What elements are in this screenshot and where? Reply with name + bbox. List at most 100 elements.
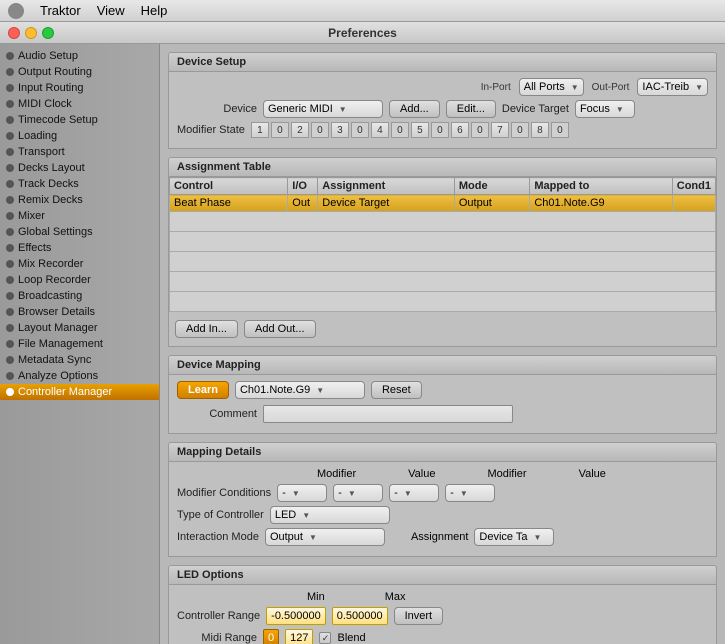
modifier-box-6-val[interactable]: 0 (471, 122, 489, 138)
invert-button[interactable]: Invert (394, 607, 444, 625)
maximize-button[interactable] (42, 27, 54, 39)
mod2-arrow-icon: ▼ (404, 489, 412, 498)
controller-max-input[interactable]: 0.500000 (332, 607, 388, 625)
modifier-box-5-val[interactable]: 0 (431, 122, 449, 138)
value2-col-header: Value (579, 468, 606, 480)
assignment-dropdown[interactable]: Device Ta ▼ (474, 528, 554, 546)
modifier-box-4-val[interactable]: 0 (391, 122, 409, 138)
sidebar-dot (6, 164, 14, 172)
menu-traktor[interactable]: Traktor (40, 3, 81, 18)
menubar: Traktor View Help (0, 0, 725, 22)
sidebar-label: Analyze Options (18, 370, 98, 382)
menu-view[interactable]: View (97, 3, 125, 18)
sidebar-item-input-routing[interactable]: Input Routing (0, 80, 159, 96)
sidebar-item-midi-clock[interactable]: MIDI Clock (0, 96, 159, 112)
sidebar-item-timecode-setup[interactable]: Timecode Setup (0, 112, 159, 128)
value2-dropdown[interactable]: - ▼ (445, 484, 495, 502)
modifier1-dropdown[interactable]: - ▼ (277, 484, 327, 502)
controller-min-input[interactable]: -0.500000 (266, 607, 326, 625)
sidebar-item-track-decks[interactable]: Track Decks (0, 176, 159, 192)
sidebar-item-decks-layout[interactable]: Decks Layout (0, 160, 159, 176)
sidebar-item-layout-manager[interactable]: Layout Manager (0, 320, 159, 336)
device-setup-body: In-Port All Ports ▼ Out-Port IAC-Treib ▼… (168, 72, 717, 149)
col-assignment: Assignment (318, 178, 455, 195)
sidebar-dot (6, 228, 14, 236)
comment-input[interactable] (263, 405, 513, 423)
value1-dropdown[interactable]: - ▼ (333, 484, 383, 502)
type-dropdown[interactable]: LED ▼ (270, 506, 390, 524)
mapping-headers-row: Modifier Value Modifier Value (317, 468, 708, 480)
sidebar-dot (6, 340, 14, 348)
modifier-box-3-val[interactable]: 0 (351, 122, 369, 138)
table-row-empty (170, 252, 716, 272)
sidebar-item-loop-recorder[interactable]: Loop Recorder (0, 272, 159, 288)
midi-max-input[interactable]: 127 (285, 629, 313, 644)
modifier1-value: - (282, 487, 286, 499)
device-dropdown[interactable]: Generic MIDI ▼ (263, 100, 383, 118)
in-port-dropdown[interactable]: All Ports ▼ (519, 78, 584, 96)
blend-checkbox[interactable] (319, 632, 331, 644)
sidebar-label: Audio Setup (18, 50, 78, 62)
cell-cond1 (672, 195, 715, 212)
modifier2-dropdown[interactable]: - ▼ (389, 484, 439, 502)
add-out-button[interactable]: Add Out... (244, 320, 316, 338)
sidebar-dot (6, 100, 14, 108)
sidebar-dot (6, 132, 14, 140)
sidebar-item-mix-recorder[interactable]: Mix Recorder (0, 256, 159, 272)
max-col-header: Max (385, 591, 406, 603)
sidebar-item-analyze-options[interactable]: Analyze Options (0, 368, 159, 384)
sidebar-item-mixer[interactable]: Mixer (0, 208, 159, 224)
add-button[interactable]: Add... (389, 100, 440, 118)
device-target-dropdown[interactable]: Focus ▼ (575, 100, 635, 118)
traffic-lights (8, 27, 54, 39)
out-port-dropdown[interactable]: IAC-Treib ▼ (637, 78, 708, 96)
modifier-box-2-num: 2 (291, 122, 309, 138)
minimize-button[interactable] (25, 27, 37, 39)
sidebar-item-controller-manager[interactable]: Controller Manager (0, 384, 159, 400)
sidebar-item-global-settings[interactable]: Global Settings (0, 224, 159, 240)
add-in-button[interactable]: Add In... (175, 320, 238, 338)
modifier-box-2-val[interactable]: 0 (311, 122, 329, 138)
device-mapping-header: Device Mapping (168, 355, 717, 375)
sidebar-label: Loop Recorder (18, 274, 91, 286)
value1-value: - (338, 487, 342, 499)
col-mode: Mode (454, 178, 529, 195)
close-button[interactable] (8, 27, 20, 39)
learn-button[interactable]: Learn (177, 381, 229, 399)
sidebar-dot (6, 244, 14, 252)
sidebar-label: Timecode Setup (18, 114, 98, 126)
sidebar-dot (6, 180, 14, 188)
table-row[interactable]: Beat Phase Out Device Target Output Ch01… (170, 195, 716, 212)
app-logo (8, 3, 24, 19)
table-row-empty (170, 232, 716, 252)
edit-button[interactable]: Edit... (446, 100, 496, 118)
interaction-dropdown[interactable]: Output ▼ (265, 528, 385, 546)
modifier-box-1-val[interactable]: 0 (271, 122, 289, 138)
assignment-arrow-icon: ▼ (534, 533, 542, 542)
sidebar-item-broadcasting[interactable]: Broadcasting (0, 288, 159, 304)
device-arrow-icon: ▼ (339, 105, 347, 114)
learn-row: Learn Ch01.Note.G9 ▼ Reset (177, 381, 708, 399)
midi-min-input[interactable]: 0 (263, 629, 279, 644)
sidebar-item-file-management[interactable]: File Management (0, 336, 159, 352)
sidebar-dot (6, 68, 14, 76)
modifier-box-7-val[interactable]: 0 (511, 122, 529, 138)
sidebar-item-transport[interactable]: Transport (0, 144, 159, 160)
sidebar-item-browser-details[interactable]: Browser Details (0, 304, 159, 320)
led-options-body: Min Max Controller Range -0.500000 0.500… (168, 585, 717, 644)
reset-button[interactable]: Reset (371, 381, 422, 399)
midi-value-dropdown[interactable]: Ch01.Note.G9 ▼ (235, 381, 365, 399)
sidebar-item-loading[interactable]: Loading (0, 128, 159, 144)
sidebar-item-remix-decks[interactable]: Remix Decks (0, 192, 159, 208)
mapping-details-body: Modifier Value Modifier Value Modifier C… (168, 462, 717, 557)
sidebar-item-metadata-sync[interactable]: Metadata Sync (0, 352, 159, 368)
modifier-box-8-val[interactable]: 0 (551, 122, 569, 138)
sidebar-item-audio-setup[interactable]: Audio Setup (0, 48, 159, 64)
assignment-table-body: Control I/O Assignment Mode Mapped to Co… (168, 177, 717, 347)
mod1-arrow-icon: ▼ (292, 489, 300, 498)
sidebar-dot (6, 84, 14, 92)
menu-help[interactable]: Help (141, 3, 168, 18)
sidebar-item-effects[interactable]: Effects (0, 240, 159, 256)
mapping-details-header: Mapping Details (168, 442, 717, 462)
sidebar-item-output-routing[interactable]: Output Routing (0, 64, 159, 80)
